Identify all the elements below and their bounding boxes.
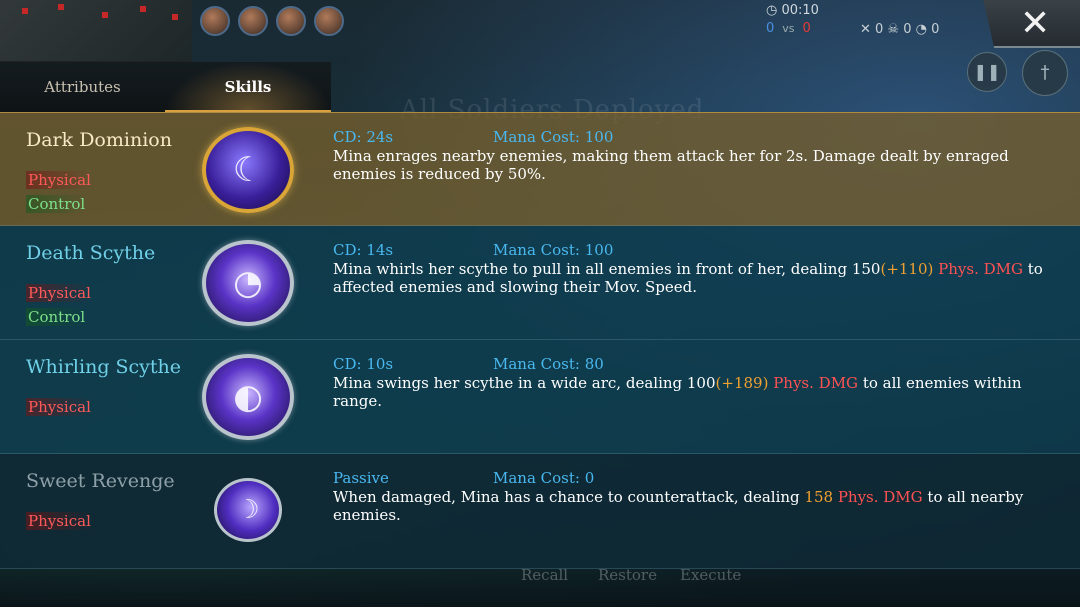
minimap-tower-marker: [140, 6, 146, 12]
match-timer: ◷ 00:10: [766, 3, 819, 18]
skill-mana-cost: Mana Cost: 0: [493, 469, 595, 487]
tag-control: Control: [26, 308, 88, 326]
hero-portrait[interactable]: [276, 6, 306, 36]
tab-attributes[interactable]: Attributes: [0, 62, 165, 112]
skill-name: Whirling Scythe: [26, 356, 182, 378]
tab-skills[interactable]: Skills: [165, 62, 331, 112]
desc-bonus-scaling: (+110): [880, 260, 939, 278]
skill-passive-label: Passive: [333, 469, 389, 487]
desc-text: Mina whirls her scythe to pull in all en…: [333, 260, 881, 278]
dark-dominion-icon: ☾: [202, 127, 294, 213]
whirling-scythe-icon: ◐: [202, 354, 294, 440]
hero-portrait[interactable]: [238, 6, 268, 36]
skill-list: Dark Dominion Physical Control ☾ CD: 24s…: [0, 112, 1080, 569]
red-team-score: 0: [802, 21, 811, 36]
skill-mana-cost: Mana Cost: 100: [493, 128, 614, 146]
skill-cooldown: CD: 14s: [333, 241, 394, 259]
desc-text: When damaged, Mina has a chance to count…: [333, 488, 805, 506]
skill-name: Dark Dominion: [26, 129, 172, 151]
skill-name: Death Scythe: [26, 242, 156, 264]
desc-damage-value: 158: [804, 488, 838, 506]
tag-physical: Physical: [26, 398, 93, 416]
tag-control: Control: [26, 195, 88, 213]
blue-team-score: 0: [766, 21, 775, 36]
minimap-tower-marker: [22, 8, 28, 14]
skill-mana-cost: Mana Cost: 80: [493, 355, 604, 373]
pause-button[interactable]: ❚❚: [967, 52, 1007, 92]
personal-kda: ✕ 0 ☠ 0 ◔ 0: [860, 22, 940, 37]
info-tabbar: Attributes Skills: [0, 62, 331, 112]
tag-physical: Physical: [26, 512, 93, 530]
kill-score: 0 vs 0: [766, 21, 811, 36]
skill-row-dark-dominion[interactable]: Dark Dominion Physical Control ☾ CD: 24s…: [0, 112, 1080, 226]
desc-text: Mina enrages nearby enemies, making them…: [333, 147, 1009, 183]
skill-description: When damaged, Mina has a chance to count…: [333, 488, 1068, 524]
desc-text: Mina swings her scythe in a wide arc, de…: [333, 374, 716, 392]
minimap-tower-marker: [172, 14, 178, 20]
skill-row-whirling-scythe[interactable]: Whirling Scythe Physical ◐ CD: 10s Mana …: [0, 340, 1080, 454]
minimap-tower-marker: [102, 12, 108, 18]
skill-mana-cost: Mana Cost: 100: [493, 241, 614, 259]
item-shop-icon[interactable]: †: [1022, 50, 1068, 96]
sweet-revenge-icon: ☽: [214, 478, 282, 542]
minimap[interactable]: [0, 0, 192, 62]
desc-bonus-scaling: (+189): [715, 374, 774, 392]
death-scythe-icon: ◔: [202, 240, 294, 326]
close-icon[interactable]: ✕: [1020, 4, 1050, 44]
match-timer-value: 00:10: [781, 3, 819, 18]
skill-name: Sweet Revenge: [26, 470, 175, 492]
hero-portrait[interactable]: [200, 6, 230, 36]
tag-physical: Physical: [26, 284, 93, 302]
score-vs-label: vs: [782, 22, 795, 35]
desc-damage-type: Phys. DMG: [837, 488, 923, 506]
hero-portrait[interactable]: [314, 6, 344, 36]
skill-cooldown: CD: 24s: [333, 128, 394, 146]
skill-cooldown: CD: 10s: [333, 355, 394, 373]
team-portraits: [200, 6, 344, 36]
skill-description: Mina enrages nearby enemies, making them…: [333, 147, 1068, 183]
minimap-tower-marker: [58, 4, 64, 10]
desc-damage-type: Phys. DMG: [773, 374, 859, 392]
desc-damage-type: Phys. DMG: [938, 260, 1023, 278]
skill-row-sweet-revenge[interactable]: Sweet Revenge Physical ☽ Passive Mana Co…: [0, 454, 1080, 569]
skill-description: Mina whirls her scythe to pull in all en…: [333, 260, 1068, 296]
tag-physical: Physical: [26, 171, 93, 189]
skill-row-death-scythe[interactable]: Death Scythe Physical Control ◔ CD: 14s …: [0, 226, 1080, 340]
clock-icon: ◷: [766, 3, 782, 18]
skill-description: Mina swings her scythe in a wide arc, de…: [333, 374, 1068, 410]
